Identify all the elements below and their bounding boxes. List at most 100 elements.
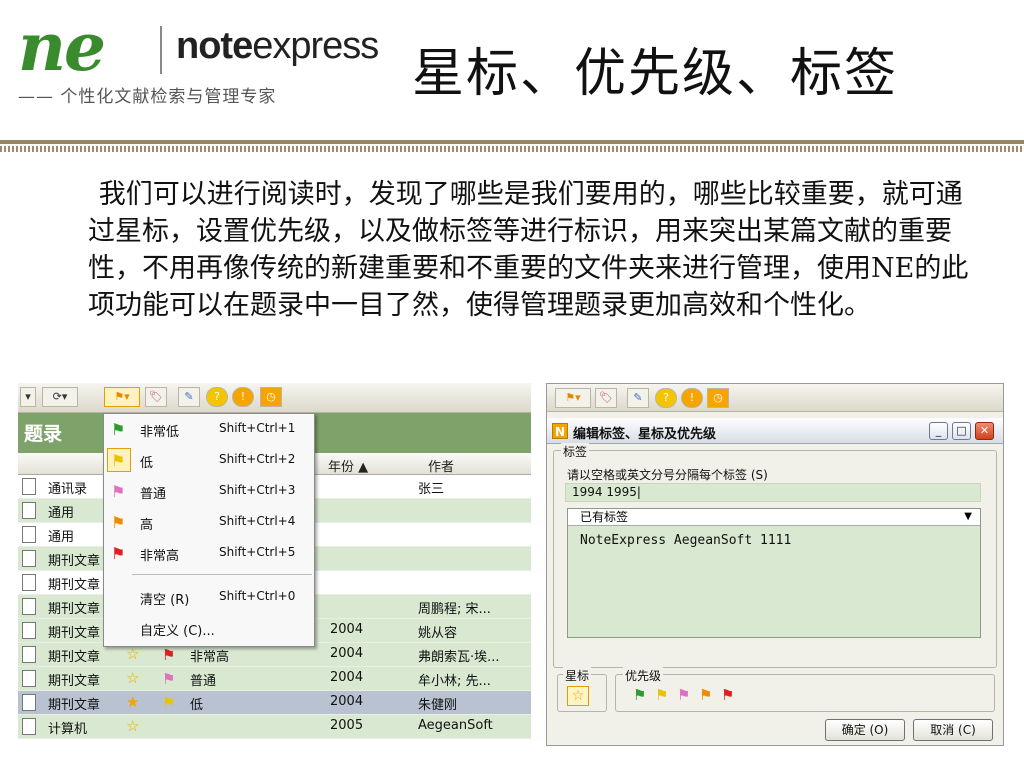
- header-rule: [0, 140, 1024, 144]
- tag-dialog-screenshot: ⚑▾ 🏷 ✎ ? ! ◷ N 编辑标签、星标及优先级 _ □ ✕ 标签 请以空格…: [546, 383, 1004, 746]
- document-icon: [22, 574, 36, 591]
- menu-item-label: 清空 (R): [140, 593, 190, 608]
- menu-item-shortcut: Shift+Ctrl+4: [219, 514, 296, 528]
- row-year: 2004: [330, 670, 364, 685]
- note-icon[interactable]: ✎: [627, 388, 649, 408]
- priority-menu: ⚑ 非常低 Shift+Ctrl+1 ⚑ 低 Shift+Ctrl+2 ⚑ 普通 Shift+C…: [103, 413, 315, 647]
- row-year: 2004: [330, 694, 364, 709]
- star-icon[interactable]: ☆: [126, 645, 139, 663]
- priority-low-icon[interactable]: ⚑: [655, 686, 668, 704]
- toolbar: ⚑▾ 🏷 ✎ ? ! ◷: [547, 384, 1003, 412]
- chevron-down-icon[interactable]: ▼: [964, 509, 972, 525]
- menu-item-shortcut: Shift+Ctrl+3: [219, 483, 296, 497]
- tag-hint: 请以空格或英文分号分隔每个标签 (S): [567, 468, 768, 482]
- minimize-button[interactable]: _: [929, 422, 948, 440]
- row-year: 2005: [330, 718, 364, 733]
- menu-item-shortcut: Shift+Ctrl+5: [219, 545, 296, 559]
- sync-icon[interactable]: ⟳▾: [42, 387, 78, 407]
- flag-icon: ⚑: [111, 451, 126, 470]
- flag-icon: ⚑: [111, 544, 126, 563]
- intro-paragraph: 我们可以进行阅读时，发现了哪些是我们要用的，哪些比较重要，就可通过星标，设置优先…: [88, 179, 969, 321]
- header-rule-dotted: [0, 146, 1024, 152]
- menu-item-very-low[interactable]: ⚑ 非常低 Shift+Ctrl+1: [104, 414, 314, 445]
- menu-item-custom[interactable]: 自定义 (C)...: [104, 613, 314, 644]
- menu-item-very-high[interactable]: ⚑ 非常高 Shift+Ctrl+5: [104, 538, 314, 569]
- info-icon[interactable]: !: [232, 387, 254, 407]
- table-row[interactable]: 期刊文章 ★ ⚑ 低 2004 朱健刚: [18, 691, 531, 715]
- document-icon: [22, 598, 36, 615]
- library-screenshot: ▾ ⟳▾ ⚑▾ 🏷 ✎ ? ! ◷ 题录 年份 ▲ 作者 通讯录 张三 通用 通用 期刊…: [18, 383, 531, 740]
- row-type: 期刊文章: [48, 602, 101, 617]
- table-row[interactable]: 计算机 ☆ 2005 AegeanSoft: [18, 715, 531, 739]
- star-icon[interactable]: ☆: [126, 669, 139, 687]
- menu-item-label: 非常高: [140, 549, 180, 564]
- row-author: 朱健刚: [418, 698, 458, 713]
- ok-button[interactable]: 确定 (O): [825, 719, 905, 741]
- priority-flag-button[interactable]: ⚑▾: [555, 388, 591, 408]
- menu-separator: [132, 574, 312, 575]
- menu-item-normal[interactable]: ⚑ 普通 Shift+Ctrl+3: [104, 476, 314, 507]
- row-type: 期刊文章: [48, 698, 101, 713]
- star-icon[interactable]: ☆: [126, 717, 139, 735]
- tag-icon[interactable]: 🏷: [595, 388, 617, 408]
- document-icon: [22, 670, 36, 687]
- existing-tags-list[interactable]: NoteExpress AegeanSoft 1111: [580, 533, 791, 548]
- row-type: 期刊文章: [48, 674, 101, 689]
- clock-icon[interactable]: ◷: [260, 387, 282, 407]
- row-author: 张三: [418, 482, 445, 497]
- menu-item-label: 自定义 (C)...: [140, 624, 215, 639]
- noteexpress-app-icon: N: [552, 423, 568, 439]
- info-icon[interactable]: !: [681, 388, 703, 408]
- close-button[interactable]: ✕: [975, 422, 994, 440]
- menu-item-high[interactable]: ⚑ 高 Shift+Ctrl+4: [104, 507, 314, 538]
- help-icon[interactable]: ?: [206, 387, 228, 407]
- row-priority: 普通: [190, 674, 217, 689]
- row-type: 计算机: [48, 722, 88, 737]
- tag-legend: 标签: [561, 443, 590, 460]
- priority-normal-icon[interactable]: ⚑: [677, 686, 690, 704]
- priority-very-high-icon[interactable]: ⚑: [721, 686, 734, 704]
- page-title: 星标、优先级、标签: [412, 44, 899, 104]
- help-icon[interactable]: ?: [655, 388, 677, 408]
- cancel-button[interactable]: 取消 (C): [913, 719, 993, 741]
- row-type: 期刊文章: [48, 650, 101, 665]
- clock-icon[interactable]: ◷: [707, 388, 729, 408]
- menu-item-low[interactable]: ⚑ 低 Shift+Ctrl+2: [104, 445, 314, 476]
- document-icon: [22, 478, 36, 495]
- dialog-title: 编辑标签、星标及优先级: [573, 427, 717, 442]
- note-icon[interactable]: ✎: [178, 387, 200, 407]
- priority-very-low-icon[interactable]: ⚑: [633, 686, 646, 704]
- menu-item-label: 非常低: [140, 425, 180, 440]
- priority-flag-button[interactable]: ⚑▾: [104, 387, 140, 407]
- row-author: 姚从容: [418, 626, 458, 641]
- toolbar: ▾ ⟳▾ ⚑▾ 🏷 ✎ ? ! ◷: [18, 383, 531, 413]
- priority-flag-icon: ⚑: [162, 670, 176, 688]
- existing-tags-header[interactable]: 已有标签 ▼: [568, 509, 980, 526]
- menu-item-shortcut: Shift+Ctrl+1: [219, 421, 296, 435]
- document-icon: [22, 502, 36, 519]
- row-priority: 低: [190, 698, 204, 713]
- star-toggle-button[interactable]: ☆: [567, 686, 589, 706]
- row-year: 2004: [330, 646, 364, 661]
- maximize-button[interactable]: □: [952, 422, 971, 440]
- flag-icon: ⚑: [111, 513, 126, 532]
- table-row[interactable]: 期刊文章 ☆ ⚑ 普通 2004 牟小林; 先...: [18, 667, 531, 691]
- column-year[interactable]: 年份 ▲: [328, 456, 368, 475]
- priority-group: [615, 674, 995, 712]
- tag-input[interactable]: 1994 1995|: [565, 483, 981, 502]
- tag-icon[interactable]: 🏷: [145, 387, 167, 407]
- dialog-titlebar: N 编辑标签、星标及优先级 _ □ ✕: [547, 418, 1003, 444]
- priority-high-icon[interactable]: ⚑: [699, 686, 712, 704]
- row-type: 期刊文章: [48, 626, 101, 641]
- document-icon: [22, 550, 36, 567]
- existing-tags-label: 已有标签: [580, 510, 629, 524]
- dropdown-arrow-icon[interactable]: ▾: [20, 387, 36, 407]
- column-author[interactable]: 作者: [428, 456, 454, 475]
- star-icon[interactable]: ★: [126, 693, 139, 711]
- document-icon: [22, 622, 36, 639]
- menu-item-label: 普通: [140, 487, 167, 502]
- menu-item-label: 低: [140, 456, 154, 471]
- menu-item-clear[interactable]: 清空 (R) Shift+Ctrl+0: [104, 582, 314, 613]
- existing-tags-panel[interactable]: 已有标签 ▼ NoteExpress AegeanSoft 1111: [567, 508, 981, 638]
- row-author: 弗朗索瓦·埃...: [418, 650, 500, 665]
